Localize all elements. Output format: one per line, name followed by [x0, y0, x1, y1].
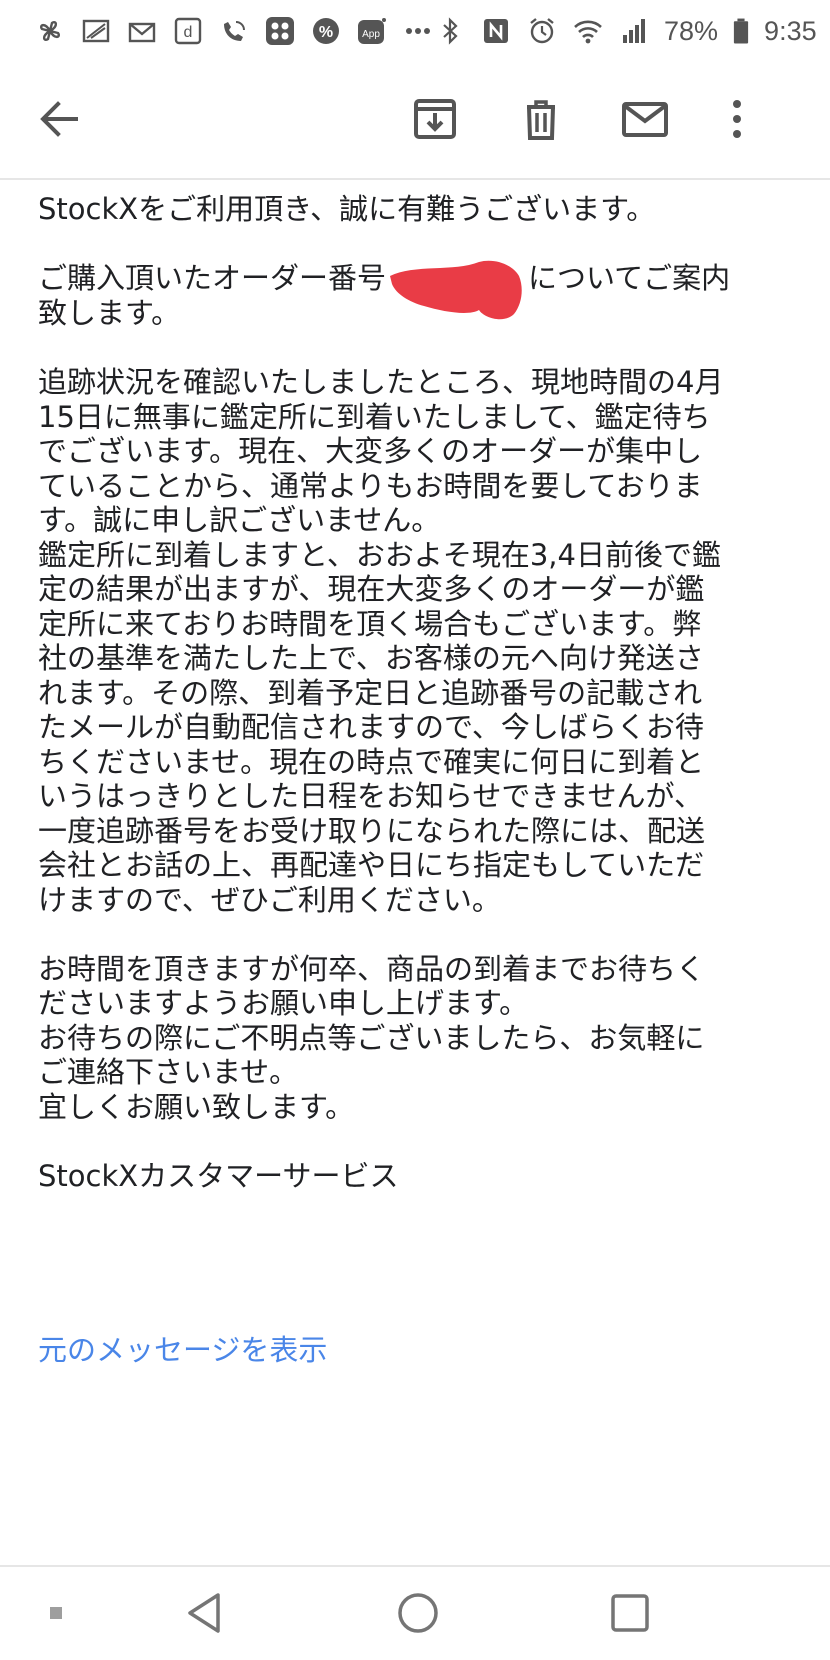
recents-small-icon: [46, 1603, 66, 1627]
more-dots-icon: [402, 15, 434, 47]
status-line-15: 会社とお話の上、再配達や日にち指定もしていただ: [38, 848, 705, 882]
email-toolbar: [0, 62, 830, 180]
status-line-11: たメールが自動配信されますので、今しばらくお待: [38, 710, 704, 744]
svg-text:%: %: [319, 24, 333, 41]
navigation-bar: [0, 1565, 830, 1660]
alarm-icon: [526, 15, 558, 47]
status-line-8: 定所に来ておりお時間を頂く場合もございます。弊: [38, 606, 702, 641]
closing-line-2: ださいますようお願い申し上げます。: [38, 986, 529, 1020]
status-paragraph: 追跡状況を確認いたしましたところ、現地時間の4月 15日に無事に鑑定所に到着いたし…: [38, 365, 808, 917]
wifi-calling-icon: [218, 15, 250, 47]
status-line-3: でございます。現在、大変多くのオーダーが集中し: [38, 434, 703, 468]
status-line-12: ちくださいませ。現在の時点で確実に何日に到着と: [38, 744, 705, 779]
closing-line-4: ご連絡下さいませ。: [38, 1055, 299, 1089]
overview-square-icon: [608, 1591, 652, 1639]
status-line-9: 社の基準を満たした上で、お客様の元へ向け発送さ: [38, 641, 704, 675]
nav-back-button[interactable]: [176, 1587, 232, 1643]
status-line-5: す。誠に申し訳ございません。: [38, 503, 441, 537]
svg-text:App: App: [362, 29, 380, 40]
order-line-1: ご購入頂いたオーダー番号 についてご案内: [38, 260, 808, 320]
signal-icon: [618, 15, 650, 47]
battery-percent: 78%: [664, 15, 719, 46]
mark-unread-button[interactable]: [610, 86, 680, 156]
closing-line-1: お時間を頂きますが何卒、商品の到着までお待ちく: [38, 951, 706, 986]
archive-icon: [412, 96, 458, 146]
clock-time: 9:35: [764, 15, 817, 46]
order-text-before: ご購入頂いたオーダー番号: [38, 261, 387, 295]
status-line-14: 一度追跡番号をお受け取りになられた際には、配送: [38, 813, 706, 848]
percent-app-icon: %: [310, 15, 342, 47]
status-line-13: いうはっきりとした日程をお知らせできませんが、: [38, 779, 703, 813]
status-line-1: 追跡状況を確認いたしましたところ、現地時間の4月: [38, 365, 724, 399]
home-circle-icon: [396, 1591, 440, 1639]
slash-box-icon: [80, 15, 112, 47]
signature: StockXカスタマーサービス: [38, 1158, 399, 1193]
status-line-7: 定の結果が出ますが、現在大変多くのオーダーが鑑: [38, 572, 705, 606]
d-app-icon: d: [172, 15, 204, 47]
home-button[interactable]: [390, 1587, 446, 1643]
mail-icon: [126, 15, 158, 47]
status-line-6: 鑑定所に到着しますと、おおよそ現在3,4日前後で鑑: [38, 537, 721, 572]
email-body: StockXをご利用頂き、誠に有難うございます。 ご購入頂いたオーダー番号 につい…: [38, 192, 808, 1193]
app-badge-icon: App: [356, 15, 388, 47]
grid-app-icon: [264, 15, 296, 47]
closing-line-5: 宜しくお願い致します。: [38, 1089, 355, 1124]
system-status-icons: 78% 9:35: [434, 15, 817, 47]
svg-text:d: d: [184, 24, 193, 41]
redacted-order-number: [386, 260, 528, 320]
greeting-paragraph: StockXをご利用頂き、誠に有難うございます。: [38, 192, 808, 227]
order-text-after: についてご案内: [528, 261, 731, 295]
overview-button[interactable]: [602, 1587, 658, 1643]
closing-paragraph: お時間を頂きますが何卒、商品の到着までお待ちく ださいますようお願い申し上げます。…: [38, 952, 808, 1125]
back-triangle-icon: [182, 1591, 226, 1639]
status-line-16: けますので、ぜひご利用ください。: [38, 882, 501, 917]
mark-unread-icon: [622, 96, 668, 146]
closing-line-3: お待ちの際にご不明点等ございましたら、お気軽に: [38, 1020, 705, 1055]
overflow-menu-icon: [714, 96, 760, 146]
delete-icon: [518, 96, 564, 146]
back-arrow-icon: [36, 96, 82, 146]
status-line-2: 15日に無事に鑑定所に到着いたしまして、鑑定待ち: [38, 399, 711, 434]
overflow-menu-button[interactable]: [702, 86, 772, 156]
bluetooth-icon: [434, 15, 466, 47]
order-paragraph: ご購入頂いたオーダー番号 についてご案内 致します。: [38, 260, 808, 331]
signature-paragraph: StockXカスタマーサービス: [38, 1159, 808, 1194]
pinwheel-icon: [34, 15, 66, 47]
view-original-message-link[interactable]: 元のメッセージを表示: [38, 1327, 327, 1369]
archive-button[interactable]: [400, 86, 470, 156]
notification-icons: d % App: [34, 15, 434, 47]
back-button[interactable]: [24, 86, 94, 156]
greeting-line: StockXをご利用頂き、誠に有難うございます。: [38, 192, 656, 226]
status-line-10: れます。その際、到着予定日と追跡番号の記載され: [38, 675, 703, 710]
battery-icon: [732, 15, 750, 47]
status-line-4: ていることから、通常よりもお時間を要しておりま: [38, 468, 703, 503]
wifi-icon: [572, 15, 604, 47]
status-bar: d % App 78% 9:35: [0, 0, 830, 62]
delete-button[interactable]: [506, 86, 576, 156]
recents-small-button[interactable]: [28, 1587, 84, 1643]
nfc-icon: [480, 15, 512, 47]
